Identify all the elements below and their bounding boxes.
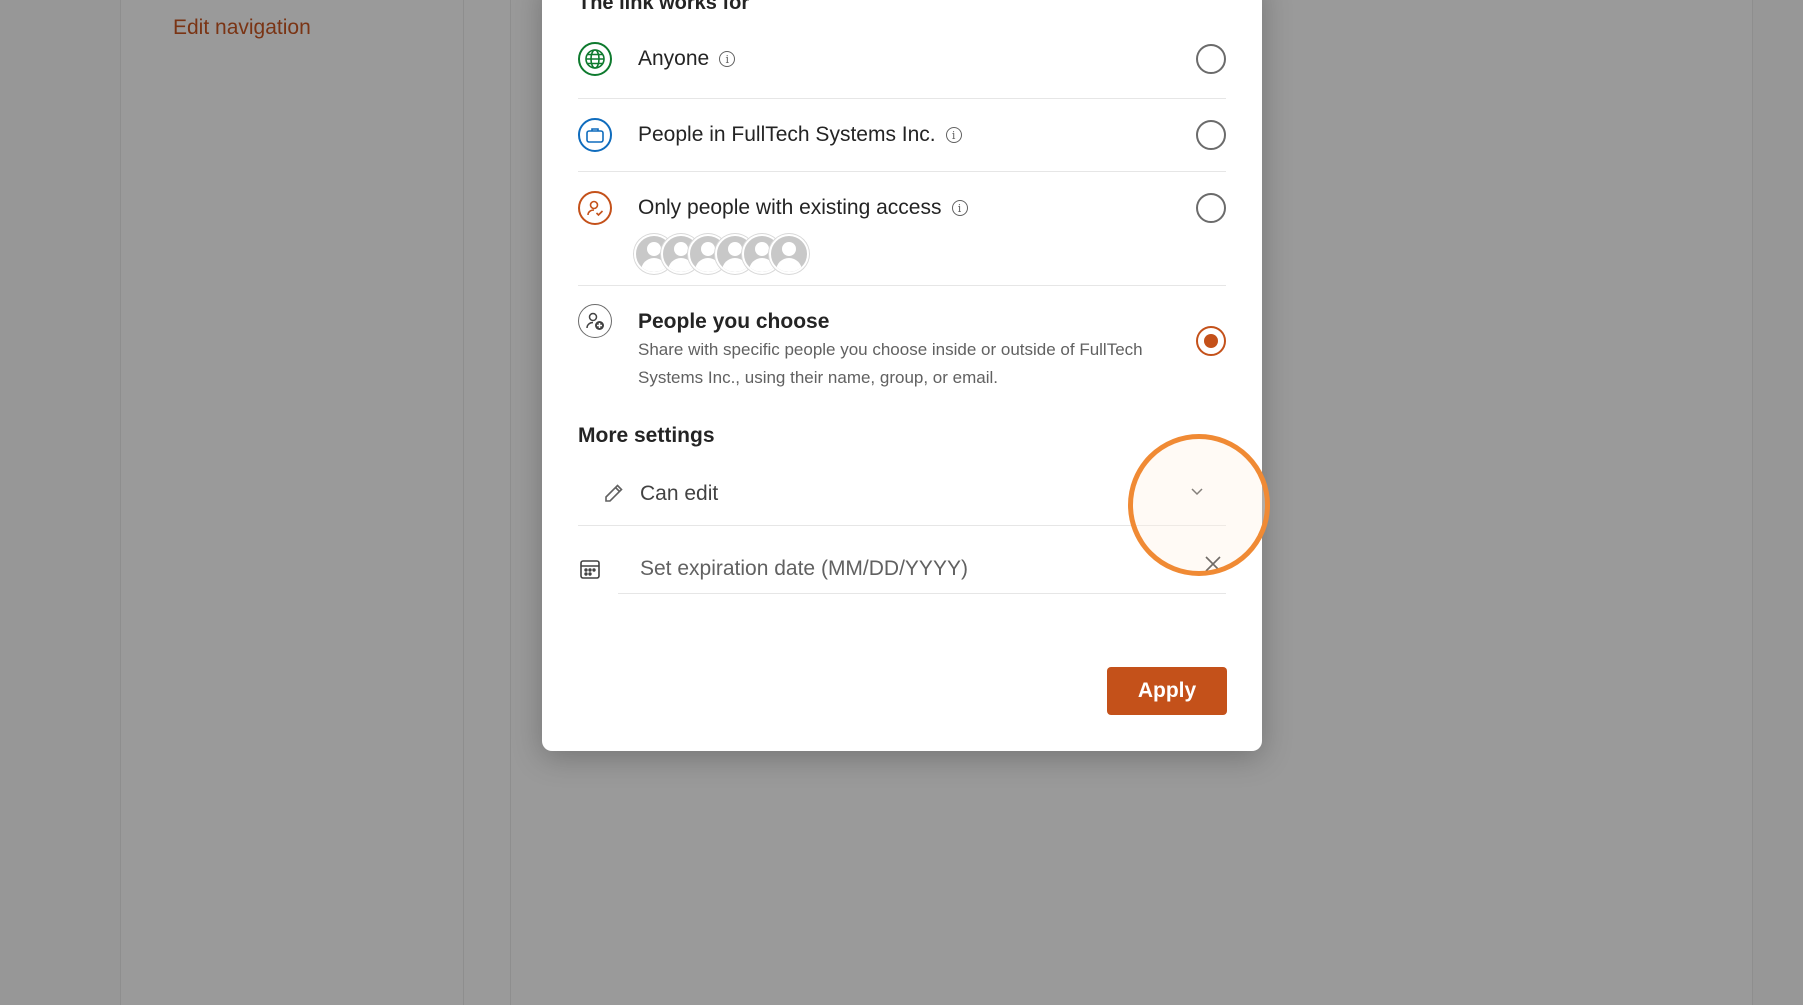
link-works-for-heading: The link works for bbox=[578, 0, 750, 14]
option-anyone-label: Anyone i bbox=[638, 47, 736, 71]
option-existing-access-label: Only people with existing access i bbox=[638, 196, 968, 220]
person-check-icon bbox=[578, 191, 612, 225]
option-existing-access-text: Only people with existing access bbox=[638, 196, 942, 219]
option-organization[interactable]: People in FullTech Systems Inc. i bbox=[578, 99, 1226, 172]
page-left-gutter bbox=[0, 0, 120, 1005]
permission-dropdown[interactable]: Can edit bbox=[578, 465, 1226, 526]
close-icon[interactable] bbox=[1202, 553, 1224, 580]
expiration-date-placeholder: Set expiration date (MM/DD/YYYY) bbox=[640, 557, 968, 580]
site-navigation-pane: Edit navigation bbox=[120, 0, 464, 1005]
calendar-icon bbox=[578, 557, 602, 586]
radio-anyone[interactable] bbox=[1196, 44, 1226, 74]
option-organization-text: People in FullTech Systems Inc. bbox=[638, 123, 936, 146]
page-right-edge bbox=[1752, 0, 1803, 1005]
info-icon[interactable]: i bbox=[945, 127, 962, 143]
radio-organization[interactable] bbox=[1196, 120, 1226, 150]
apply-button[interactable]: Apply bbox=[1107, 667, 1227, 715]
radio-people-you-choose[interactable] bbox=[1196, 326, 1226, 356]
expiration-date-input[interactable]: Set expiration date (MM/DD/YYYY) bbox=[618, 535, 1226, 594]
option-people-you-choose-description: Share with specific people you choose in… bbox=[638, 340, 1143, 387]
permission-value: Can edit bbox=[640, 482, 719, 505]
person-add-icon bbox=[578, 304, 612, 338]
info-icon[interactable]: i bbox=[719, 51, 736, 67]
briefcase-icon bbox=[578, 118, 612, 152]
link-settings-dialog: The link works for Anyone i People in Fu… bbox=[542, 0, 1262, 751]
more-settings-heading: More settings bbox=[578, 424, 715, 447]
content-divider bbox=[510, 0, 511, 1005]
expiration-date-row: Set expiration date (MM/DD/YYYY) bbox=[578, 535, 1226, 594]
chevron-down-icon[interactable] bbox=[1189, 483, 1205, 504]
option-people-you-choose[interactable]: People you choose Share with specific pe… bbox=[578, 286, 1226, 396]
globe-icon bbox=[578, 42, 612, 76]
avatar bbox=[769, 234, 809, 274]
existing-access-avatars bbox=[634, 234, 814, 274]
option-organization-label: People in FullTech Systems Inc. i bbox=[638, 123, 962, 147]
pencil-icon bbox=[602, 481, 626, 510]
option-people-you-choose-label: People you choose bbox=[638, 310, 830, 333]
option-anyone[interactable]: Anyone i bbox=[578, 20, 1226, 99]
option-anyone-text: Anyone bbox=[638, 47, 710, 70]
info-icon[interactable]: i bbox=[951, 200, 968, 216]
radio-existing-access[interactable] bbox=[1196, 193, 1226, 223]
edit-navigation-link[interactable]: Edit navigation bbox=[173, 16, 311, 40]
option-existing-access[interactable]: Only people with existing access i bbox=[578, 172, 1226, 286]
